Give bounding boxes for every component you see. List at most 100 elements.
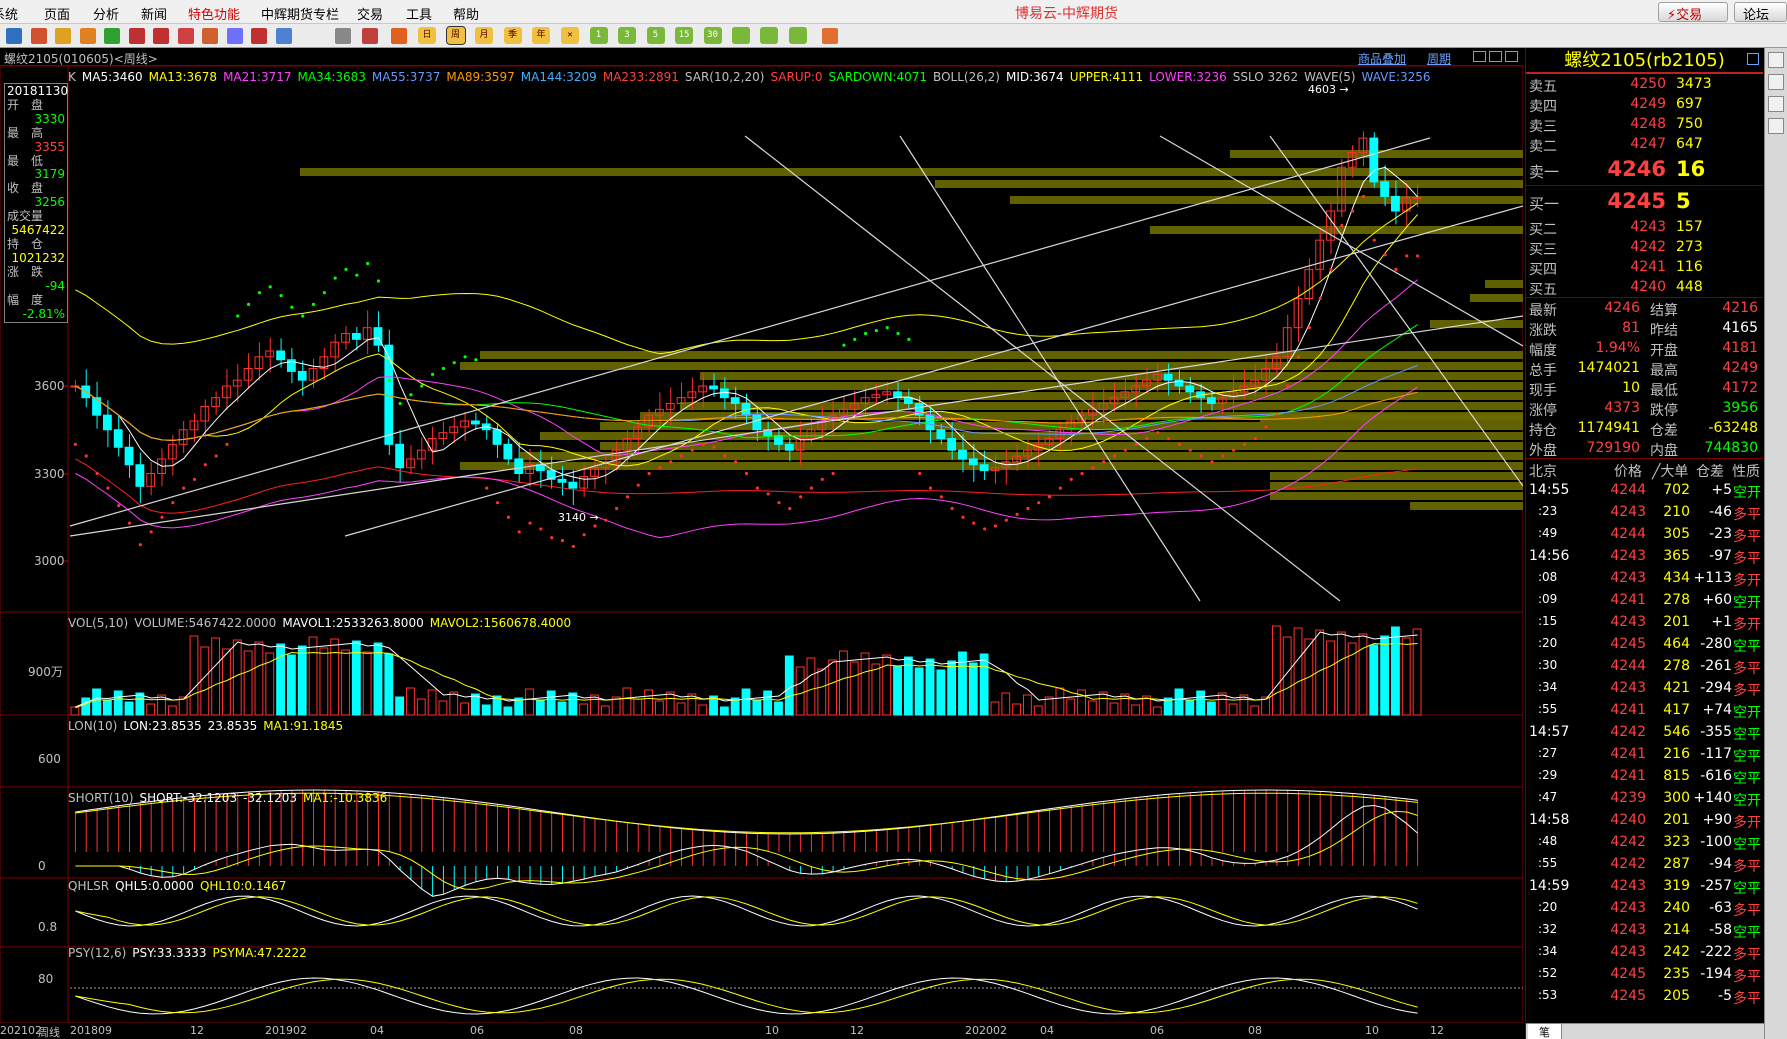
- bar-info-value: 1021232: [11, 250, 65, 265]
- chart-tool-icon[interactable]: [362, 28, 378, 44]
- minimize-icon[interactable]: [1768, 52, 1784, 68]
- trades-header-cell: 性质: [1732, 464, 1760, 480]
- bid-label: 买三: [1529, 242, 1557, 258]
- volume-bar: [70, 706, 80, 716]
- volume-bar: [297, 645, 307, 716]
- overlay-link[interactable]: 商品叠加: [1358, 50, 1406, 67]
- main-labels-12: BOLL(26,2): [933, 70, 1000, 84]
- time-tick-label: 08: [1248, 1024, 1262, 1037]
- menu-item-1[interactable]: 页面: [44, 4, 70, 23]
- ask-volume: 697: [1676, 96, 1703, 112]
- sar-dot: [387, 378, 391, 382]
- candle-body: [774, 435, 783, 445]
- two-hour-icon[interactable]: [732, 27, 750, 44]
- cross-cursor-icon[interactable]: ✕: [561, 27, 579, 44]
- volume-bar: [687, 693, 697, 716]
- trade-volume: 434: [1663, 570, 1690, 586]
- trade-time: :34: [1538, 680, 1558, 694]
- refresh-icon[interactable]: [104, 28, 120, 44]
- minute-button-3[interactable]: 3: [618, 27, 636, 44]
- period-button-3[interactable]: 季: [503, 27, 522, 44]
- volume-profile-bar: [1470, 294, 1523, 302]
- minute-button-15[interactable]: 15: [675, 27, 693, 44]
- sar-dot: [495, 501, 500, 505]
- volume-bar: [1055, 687, 1065, 716]
- tick-icon[interactable]: [391, 28, 407, 44]
- menu-item-5[interactable]: 中辉期货专栏: [261, 4, 339, 23]
- window-restore-icon[interactable]: [1505, 51, 1518, 62]
- minute-button-5[interactable]: 5: [646, 27, 665, 44]
- briefcase-icon[interactable]: [79, 28, 96, 44]
- back-icon[interactable]: [6, 28, 22, 44]
- price-axis-label: 3600: [34, 379, 65, 393]
- restore-icon[interactable]: [1747, 53, 1759, 65]
- menu-item-4[interactable]: 特色功能: [188, 4, 240, 23]
- trade-nature: 多平: [1733, 507, 1761, 523]
- trade-time: 14:57: [1529, 724, 1570, 740]
- calendar-icon[interactable]: [822, 28, 838, 44]
- menu-item-6[interactable]: 交易: [357, 4, 383, 23]
- close-icon[interactable]: [1768, 96, 1784, 112]
- volume-bar: [416, 698, 426, 716]
- custom-period-icon[interactable]: [789, 27, 807, 44]
- layers-icon[interactable]: [177, 28, 194, 44]
- line-tool-icon[interactable]: [275, 28, 292, 44]
- maximize-icon[interactable]: [1768, 74, 1784, 90]
- volume-bar: [1380, 635, 1390, 716]
- sar-dot: [539, 527, 543, 531]
- sar-dot: [907, 337, 911, 341]
- quote-label: 内盘: [1650, 443, 1678, 459]
- volume-profile-bar: [520, 452, 1523, 460]
- volume-bar: [330, 638, 340, 716]
- menu-item-7[interactable]: 工具: [406, 4, 432, 23]
- sar-dot: [268, 285, 272, 289]
- candle-body: [784, 443, 794, 451]
- folder-icon[interactable]: [55, 28, 71, 44]
- settings-icon[interactable]: [1768, 118, 1784, 134]
- volume-bar: [1066, 698, 1076, 716]
- menu-item-3[interactable]: 新闻: [141, 4, 167, 23]
- sar-dot: [1156, 431, 1160, 435]
- zoom-out-icon[interactable]: [153, 28, 169, 44]
- period-button-4[interactable]: 年: [532, 27, 550, 44]
- minute-button-30[interactable]: 30: [703, 27, 722, 44]
- zoom-in-icon[interactable]: [128, 28, 145, 44]
- home-icon[interactable]: [30, 28, 47, 44]
- trade-time: :32: [1538, 922, 1558, 936]
- four-hour-icon[interactable]: [760, 27, 778, 44]
- trade-time: 14:59: [1529, 878, 1570, 894]
- trade-row: :52 4245 235 -194 多平: [1526, 963, 1763, 985]
- ticks-tab[interactable]: 笔: [1528, 1024, 1562, 1039]
- sar-dot: [755, 486, 759, 490]
- candle-body: [947, 438, 957, 451]
- forum-button[interactable]: 论坛: [1734, 2, 1787, 22]
- menu-item-8[interactable]: 帮助: [453, 4, 479, 23]
- trade-volume: 365: [1663, 548, 1690, 564]
- bell-icon[interactable]: [226, 28, 243, 44]
- period-button-1[interactable]: 周: [445, 26, 466, 45]
- trade-price: 4242: [1610, 834, 1646, 850]
- draw-icon[interactable]: [202, 28, 218, 44]
- period-link[interactable]: 周期: [1427, 50, 1451, 67]
- trade-row: 14:58 4240 201 +90 多开: [1526, 809, 1763, 831]
- minute-button-1[interactable]: 1: [589, 27, 608, 44]
- sar-dot: [1091, 466, 1095, 470]
- trade-volume: 205: [1663, 988, 1690, 1004]
- volume-bar: [146, 703, 156, 716]
- ask-volume: 16: [1676, 157, 1706, 181]
- period-button-2[interactable]: 月: [475, 27, 493, 44]
- main-labels-4: MA34:3683: [297, 70, 366, 84]
- trades-header-cell: 仓差: [1696, 464, 1724, 480]
- funnel-icon[interactable]: [251, 28, 267, 44]
- grid-icon[interactable]: [335, 28, 351, 44]
- period-button-0[interactable]: 日: [418, 27, 436, 44]
- menu-item-0[interactable]: 系统: [0, 4, 18, 23]
- trade-row: 14:55 4244 702 +5 空开: [1526, 479, 1763, 501]
- menu-item-2[interactable]: 分析: [93, 4, 119, 23]
- trade-price: 4241: [1610, 702, 1646, 718]
- zoom-out-icon[interactable]: [1489, 51, 1502, 62]
- zoom-in-icon[interactable]: [1473, 51, 1486, 62]
- candle-body: [730, 397, 740, 404]
- trade-button[interactable]: ⚡交易: [1658, 2, 1728, 22]
- sar-dot: [485, 486, 489, 490]
